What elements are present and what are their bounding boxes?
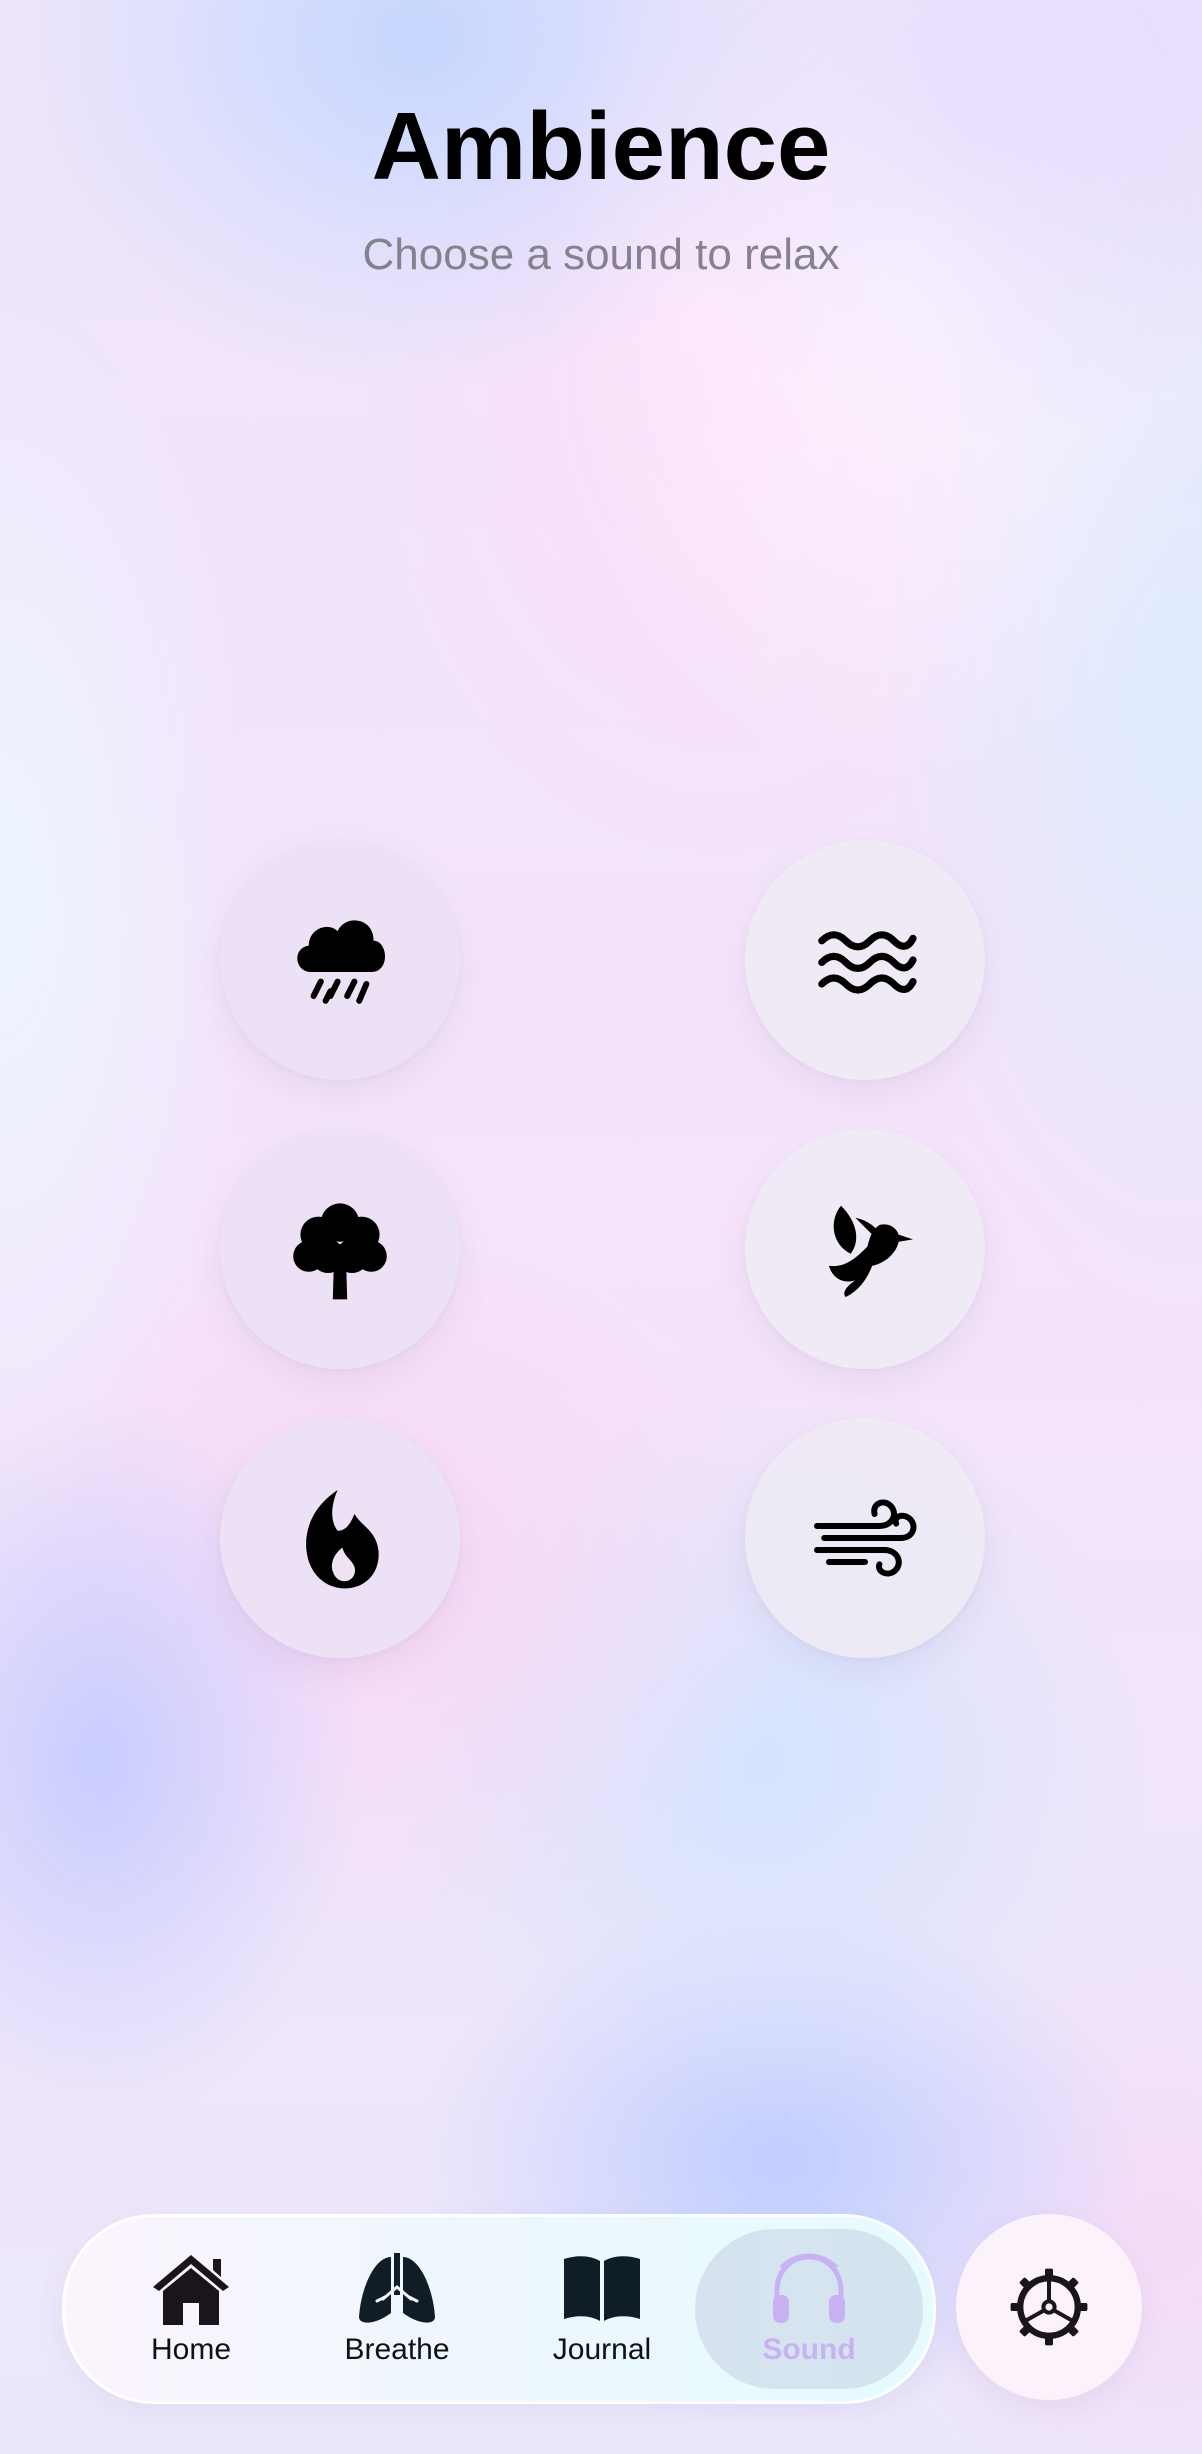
house-icon [153,2255,229,2325]
tab-sound[interactable]: Sound [695,2229,923,2389]
tab-sound-label: Sound [762,2333,856,2366]
waves-icon [818,931,917,994]
page-title: Ambience [371,93,831,200]
flame-icon [306,1490,379,1589]
page-subtitle: Choose a sound to relax [362,230,840,279]
settings-button[interactable] [956,2214,1142,2400]
tab-journal[interactable]: Journal [502,2217,702,2401]
rain-cloud-icon [297,920,385,1004]
bird-icon [829,1205,913,1297]
wind-sound-button[interactable] [745,1418,985,1658]
tab-home-label: Home [150,2333,232,2366]
tab-breathe-label: Breathe [344,2333,450,2366]
birds-sound-button[interactable] [745,1129,985,1369]
tab-breathe[interactable]: Breathe [297,2217,497,2401]
wind-icon [814,1499,917,1577]
tab-journal-label: Journal [552,2333,652,2366]
rain-sound-button[interactable] [220,840,460,1080]
headphones-icon [773,2253,845,2323]
tab-bar: Home Breathe Journal Sound [62,2214,936,2404]
fire-sound-button[interactable] [220,1418,460,1658]
gear-icon [1010,2268,1088,2346]
waves-sound-button[interactable] [745,840,985,1080]
tab-home[interactable]: Home [91,2217,291,2401]
book-icon [564,2256,640,2321]
tree-icon [293,1203,387,1300]
forest-sound-button[interactable] [220,1129,460,1369]
lungs-icon [359,2253,435,2323]
